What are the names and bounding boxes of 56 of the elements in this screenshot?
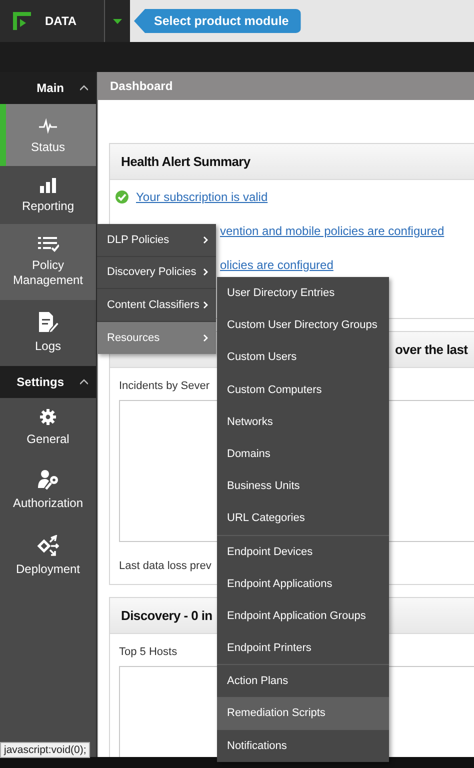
submenu-item[interactable]: Networks: [217, 406, 389, 438]
submenu-item[interactable]: Custom Users: [217, 341, 389, 374]
menu-item[interactable]: Resources: [97, 322, 216, 354]
caret-icon: [113, 18, 122, 24]
card-title: over the last: [395, 342, 468, 357]
submenu-item[interactable]: Domains: [217, 438, 389, 470]
sidebar-item[interactable]: Deployment: [0, 523, 96, 589]
chevron-right-icon: [203, 300, 208, 309]
sidebar-item[interactable]: Authorization: [0, 457, 96, 523]
product-name: DATA: [45, 14, 77, 28]
alert-link[interactable]: Your subscription is valid: [136, 190, 268, 204]
submenu-item[interactable]: Endpoint Applications: [217, 568, 389, 600]
sidebar-item[interactable]: Policy Management: [0, 224, 96, 300]
alert-link[interactable]: vention and mobile policies are configured: [220, 224, 444, 238]
submenu-item[interactable]: Endpoint Printers: [217, 632, 389, 664]
page-title-bar: Dashboard: [98, 72, 474, 100]
user-key-icon: [38, 469, 58, 490]
alert-link[interactable]: olicies are configured: [220, 258, 334, 272]
chevron-right-icon: [203, 268, 208, 276]
select-module-tooltip: Select product module: [134, 9, 301, 33]
gear-icon: [39, 408, 57, 426]
chart-label: Top 5 Hosts: [119, 645, 178, 660]
sidebar-item[interactable]: General: [0, 398, 96, 457]
check-icon: [115, 190, 129, 204]
chart-label: Incidents by Sever: [119, 379, 210, 394]
submenu-item[interactable]: Custom User Directory Groups: [217, 309, 389, 342]
product-logo-icon: [13, 12, 31, 30]
bar-chart-icon: [39, 176, 57, 192]
card-title: Discovery - 0 in: [121, 608, 212, 623]
sidebar-item[interactable]: Reporting: [0, 166, 96, 224]
submenu-item[interactable]: Business Units: [217, 470, 389, 502]
pulse-icon: [38, 116, 58, 134]
collapse-caret-icon[interactable]: [80, 85, 88, 91]
product-dropdown-button[interactable]: [105, 0, 130, 42]
submenu-item[interactable]: Endpoint Devices: [217, 536, 389, 568]
chevron-right-icon: [203, 236, 208, 244]
menu-item[interactable]: DLP Policies: [97, 224, 216, 256]
menu-item[interactable]: Discovery Policies: [97, 256, 216, 289]
submenu-item[interactable]: Notifications: [217, 730, 389, 762]
submenu-item[interactable]: URL Categories: [217, 502, 389, 534]
sidebar-item[interactable]: Status: [0, 104, 96, 166]
chevron-right-icon: [203, 334, 208, 342]
section-header[interactable]: Main: [36, 81, 64, 95]
checklist-icon: [38, 236, 58, 252]
deploy-arrows-icon: [37, 535, 59, 556]
document-pencil-icon: [38, 312, 58, 333]
status-url: javascript:void(0);: [0, 742, 90, 758]
summary-text: Last data loss prev: [119, 559, 212, 574]
card-title: Health Alert Summary: [121, 154, 250, 169]
submenu-item[interactable]: User Directory Entries: [217, 277, 389, 310]
submenu-item[interactable]: Custom Computers: [217, 374, 389, 406]
sidebar-item[interactable]: Logs: [0, 300, 96, 366]
submenu-item[interactable]: Action Plans: [217, 665, 389, 698]
submenu-item[interactable]: Remediation Scripts: [217, 697, 389, 730]
submenu-item[interactable]: Endpoint Application Groups: [217, 600, 389, 632]
collapse-caret-icon[interactable]: [80, 379, 88, 385]
